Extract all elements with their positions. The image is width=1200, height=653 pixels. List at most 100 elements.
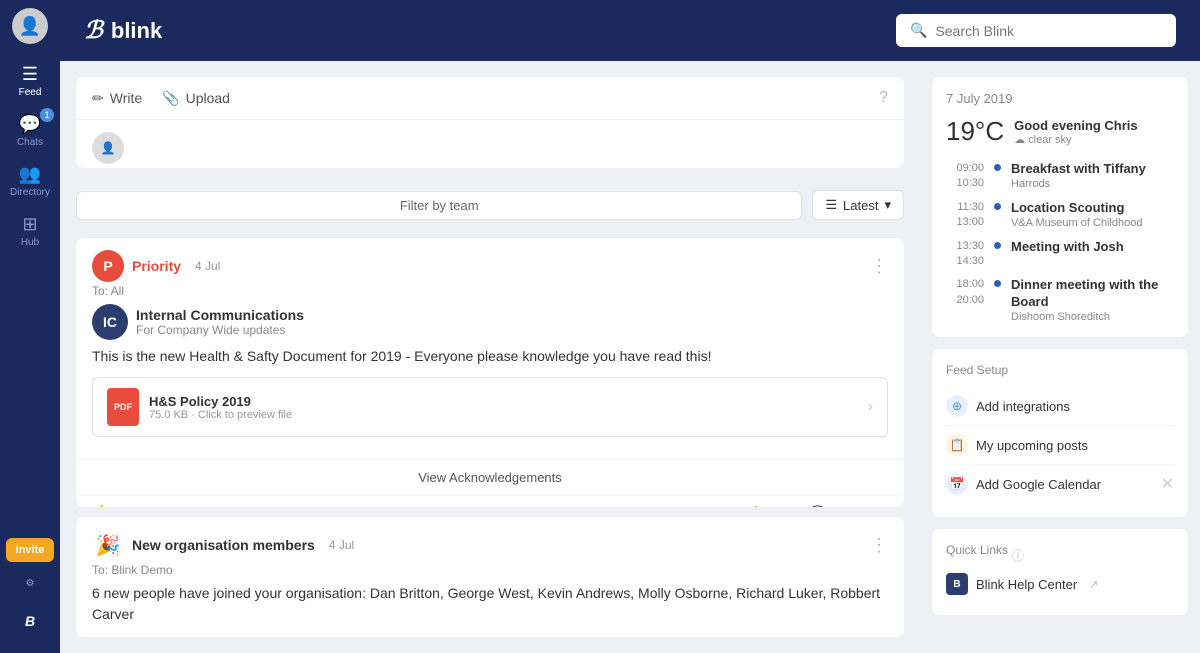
- cal-event-3: 13:30 14:30 Meeting with Josh: [946, 239, 1174, 270]
- add-integrations-left: ⊕ Add integrations: [946, 395, 1070, 417]
- invite-button[interactable]: Invite: [6, 538, 55, 562]
- post-more-button-2[interactable]: ⋮: [870, 535, 888, 556]
- sidebar-item-directory[interactable]: 👥 Directory: [0, 156, 60, 206]
- post-author-name-2: New organisation members: [132, 537, 315, 553]
- post-to: To: All: [76, 282, 904, 300]
- help-icon[interactable]: ?: [879, 89, 888, 107]
- hub-icon: ⊞: [22, 214, 37, 235]
- upcoming-posts-item[interactable]: 📋 My upcoming posts: [946, 426, 1174, 465]
- logo-text: blink: [111, 18, 162, 44]
- content-area: ✏ Write 📎 Upload ? 👤 Filter by team: [60, 61, 1200, 653]
- view-acknowledgements-button[interactable]: View Acknowledgements: [76, 459, 904, 495]
- event-detail-3: Meeting with Josh: [1011, 239, 1174, 256]
- sidebar-label-directory: Directory: [10, 187, 50, 198]
- write-label: Write: [110, 90, 142, 106]
- post-author-name: Priority: [132, 258, 181, 274]
- greeting-text: Good evening Chris: [1014, 118, 1138, 133]
- weather-info: 19°C Good evening Chris ☁ clear sky: [946, 116, 1174, 147]
- settings-icon: ⚙: [26, 578, 35, 589]
- event-loc-2: V&A Museum of Childhood: [1011, 217, 1174, 229]
- sidebar-bottom: ⚙ B: [25, 570, 35, 645]
- filter-team-button[interactable]: Filter by team: [76, 191, 802, 220]
- cloud-icon: ☁: [1014, 134, 1025, 146]
- compose-box: ✏ Write 📎 Upload ? 👤: [76, 77, 904, 168]
- write-icon: ✏: [92, 90, 104, 107]
- sidebar-item-hub[interactable]: ⊞ Hub: [0, 206, 60, 256]
- calendar-date: 7 July 2019: [946, 91, 1174, 106]
- sidebar: 👤 ☰ Feed 💬 Chats 1 👥 Directory ⊞ Hub Inv…: [0, 0, 60, 653]
- post-actions: 👍 1 Like 👍 Like 💬 Comment: [76, 495, 904, 507]
- post-inner: IC Internal Communications For Company W…: [76, 300, 904, 459]
- compose-body: 👤: [76, 120, 904, 168]
- sidebar-item-feed[interactable]: ☰ Feed: [0, 56, 60, 106]
- logo-icon: ℬ: [84, 16, 103, 45]
- feed-setup-widget: Feed Setup ⊕ Add integrations 📋 My upcom…: [932, 349, 1188, 517]
- quick-links-widget: Quick Links ⓘ B Blink Help Center ↗: [932, 529, 1188, 615]
- upcoming-posts-label: My upcoming posts: [976, 438, 1088, 453]
- directory-icon: 👥: [19, 164, 41, 185]
- event-time-2: 11:30 13:00: [946, 200, 984, 231]
- close-google-calendar-button[interactable]: ✕: [1161, 474, 1174, 494]
- search-bar[interactable]: 🔍: [896, 14, 1176, 47]
- avatar[interactable]: 👤: [12, 8, 48, 44]
- quick-links-help-icon[interactable]: ⓘ: [1012, 547, 1024, 564]
- channel-info: Internal Communications For Company Wide…: [136, 307, 304, 337]
- calendar-widget: 7 July 2019 19°C Good evening Chris ☁ cl…: [932, 77, 1188, 337]
- action-buttons: 👍 Like 💬 Comment: [747, 505, 888, 507]
- event-dot-1: [994, 164, 1001, 171]
- sky-label: clear sky: [1028, 134, 1071, 146]
- post-inner-2: 6 new people have joined your organisati…: [76, 579, 904, 637]
- google-calendar-item[interactable]: 📅 Add Google Calendar ✕: [946, 465, 1174, 503]
- paperclip-icon: 📎: [162, 90, 179, 107]
- sidebar-label-hub: Hub: [21, 237, 39, 248]
- add-integrations-label: Add integrations: [976, 399, 1070, 414]
- likes-text: 1 Like: [113, 506, 145, 507]
- temperature: 19°C: [946, 116, 1004, 147]
- post-header-2: 🎉 New organisation members 4 Jul ⋮: [76, 517, 904, 561]
- upload-label: Upload: [186, 90, 230, 106]
- cal-event-4: 18:00 20:00 Dinner meeting with the Boar…: [946, 277, 1174, 323]
- post-author-avatar-2: 🎉: [92, 529, 124, 561]
- search-icon: 🔍: [910, 22, 927, 39]
- sidebar-item-settings[interactable]: ⚙: [25, 570, 35, 597]
- feed-icon: ☰: [22, 64, 38, 85]
- upload-button[interactable]: 📎 Upload: [162, 90, 230, 107]
- compose-toolbar: ✏ Write 📎 Upload ?: [76, 77, 904, 120]
- event-dot-2: [994, 203, 1001, 210]
- comment-label: Comment: [832, 505, 888, 507]
- sidebar-item-chats[interactable]: 💬 Chats 1: [0, 106, 60, 156]
- quick-link-blink-help[interactable]: B Blink Help Center ↗: [946, 567, 1174, 601]
- post-more-button[interactable]: ⋮: [870, 256, 888, 277]
- sidebar-label-feed: Feed: [19, 87, 42, 98]
- search-input[interactable]: [935, 23, 1162, 39]
- event-time-3: 13:30 14:30: [946, 239, 984, 270]
- post-author: P Priority 4 Jul: [92, 250, 220, 282]
- event-time-4: 18:00 20:00: [946, 277, 984, 308]
- compose-avatar: 👤: [92, 132, 124, 164]
- event-name-3: Meeting with Josh: [1011, 239, 1174, 256]
- sky-text: ☁ clear sky: [1014, 133, 1138, 146]
- sidebar-item-blink[interactable]: B: [25, 605, 35, 637]
- blink-letter: B: [953, 579, 960, 590]
- thumbs-up-icon: 👍: [92, 504, 109, 507]
- attach-meta: 75.0 KB · Click to preview file: [149, 409, 292, 421]
- channel-name: Internal Communications: [136, 307, 304, 323]
- calendar-events: 09:00 10:30 Breakfast with Tiffany Harro…: [946, 161, 1174, 323]
- comment-button[interactable]: 💬 Comment: [809, 505, 888, 507]
- channel-sub: For Company Wide updates: [136, 323, 304, 337]
- post-card: P Priority 4 Jul ⋮ To: All IC Internal C…: [76, 238, 904, 507]
- post-author-avatar: P: [92, 250, 124, 282]
- cal-event-1: 09:00 10:30 Breakfast with Tiffany Harro…: [946, 161, 1174, 192]
- likes-count: 👍 1 Like: [92, 504, 145, 507]
- filter-bar: Filter by team ☰ Latest ▾: [76, 182, 904, 228]
- event-detail-4: Dinner meeting with the Board Dishoom Sh…: [1011, 277, 1174, 323]
- like-button[interactable]: 👍 Like: [747, 505, 793, 507]
- event-loc-1: Harrods: [1011, 178, 1174, 190]
- chats-badge: 1: [40, 108, 54, 122]
- feed-column: ✏ Write 📎 Upload ? 👤 Filter by team: [60, 61, 920, 653]
- add-integrations-item[interactable]: ⊕ Add integrations: [946, 387, 1174, 426]
- attachment[interactable]: PDF H&S Policy 2019 75.0 KB · Click to p…: [92, 377, 888, 437]
- sort-button[interactable]: ☰ Latest ▾: [812, 190, 904, 220]
- write-button[interactable]: ✏ Write: [92, 90, 142, 107]
- comment-icon: 💬: [809, 505, 825, 507]
